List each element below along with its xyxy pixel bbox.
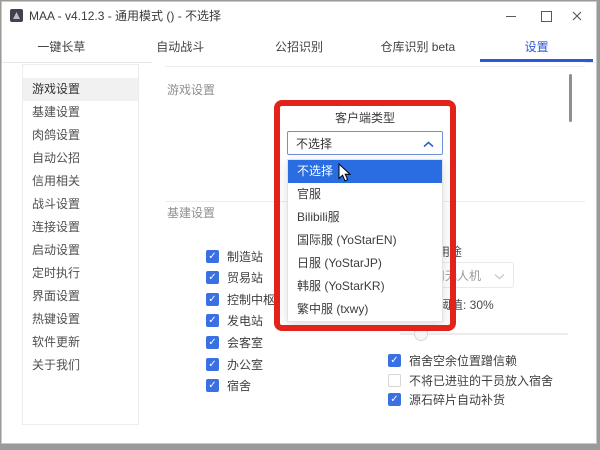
sidebar-item-infrastructure-settings[interactable]: 基建设置 [23, 101, 138, 124]
option-txwy[interactable]: 繁中服 (txwy) [288, 298, 442, 321]
tab-label: 设置 [525, 38, 549, 55]
sidebar-item-credit[interactable]: 信用相关 [23, 170, 138, 193]
tab-bar: 一键长草 自动战斗 公招识别 仓库识别 beta 设置 [2, 30, 596, 63]
checkbox-label: 源石碎片自动补货 [409, 391, 505, 408]
checkbox-office[interactable] [206, 358, 219, 371]
sidebar-item-combat-settings[interactable]: 战斗设置 [23, 193, 138, 216]
client-type-label: 客户端类型 [287, 109, 443, 126]
option-bilibili-server[interactable]: Bilibili服 [288, 206, 442, 229]
close-button[interactable] [562, 2, 592, 30]
facility-row: 会客室 [206, 335, 263, 350]
checkbox-label: 控制中枢 [227, 291, 275, 308]
option-yostar-kr[interactable]: 韩服 (YoStarKR) [288, 275, 442, 298]
facility-row: 办公室 [206, 357, 263, 372]
maximize-icon [541, 11, 552, 22]
sidebar-item-hotkey-settings[interactable]: 热键设置 [23, 308, 138, 331]
checkbox-reception-room[interactable] [206, 336, 219, 349]
scrollbar-thumb[interactable] [569, 74, 572, 122]
window-title: MAA - v4.12.3 - 通用模式 () - 不选择 [29, 2, 221, 30]
sidebar-item-software-update[interactable]: 软件更新 [23, 331, 138, 354]
sidebar-item-scheduled-tasks[interactable]: 定时执行 [23, 262, 138, 285]
sidebar-item-game-settings[interactable]: 游戏设置 [23, 78, 138, 101]
dorm-option-row: 不将已进驻的干员放入宿舍 [388, 373, 553, 388]
client-type-value: 不选择 [296, 135, 332, 152]
section-divider [165, 66, 585, 67]
close-icon [572, 11, 582, 21]
checkbox-power-station[interactable] [206, 314, 219, 327]
dorm-option-row: 宿舍空余位置蹭信赖 [388, 353, 517, 368]
checkbox-dorm-trust[interactable] [388, 354, 401, 367]
titlebar: MAA - v4.12.3 - 通用模式 () - 不选择 [2, 2, 596, 30]
sidebar-item-auto-recruit[interactable]: 自动公招 [23, 147, 138, 170]
checkbox-trading-post[interactable] [206, 271, 219, 284]
facility-row: 制造站 [206, 249, 263, 264]
sidebar-item-ui-settings[interactable]: 界面设置 [23, 285, 138, 308]
tab-label: 一键长草 [37, 38, 85, 55]
checkbox-label: 办公室 [227, 356, 263, 373]
checkbox-originium-shard-auto-replenish[interactable] [388, 393, 401, 406]
tab-label: 公招识别 [275, 38, 323, 55]
chevron-up-icon [423, 141, 434, 148]
sidebar-item-roguelike-settings[interactable]: 肉鸽设置 [23, 124, 138, 147]
sidebar-item-startup-settings[interactable]: 启动设置 [23, 239, 138, 262]
settings-sidebar: 游戏设置 基建设置 肉鸽设置 自动公招 信用相关 战斗设置 连接设置 启动设置 … [22, 64, 139, 425]
checkbox-control-center[interactable] [206, 293, 219, 306]
checkbox-manufacturing-station[interactable] [206, 250, 219, 263]
option-yostar-jp[interactable]: 日服 (YoStarJP) [288, 252, 442, 275]
checkbox-label: 宿舍 [227, 377, 251, 394]
checkbox-label: 宿舍空余位置蹭信赖 [409, 352, 517, 369]
checkbox-label: 发电站 [227, 312, 263, 329]
chevron-down-icon [494, 273, 505, 280]
app-window: MAA - v4.12.3 - 通用模式 () - 不选择 一键长草 自动战斗 … [1, 1, 597, 444]
checkbox-label: 制造站 [227, 248, 263, 265]
sidebar-item-about-us[interactable]: 关于我们 [23, 354, 138, 377]
maximize-button[interactable] [531, 2, 561, 30]
client-type-dropdown-list: 不选择 官服 Bilibili服 国际服 (YoStarEN) 日服 (YoSt… [287, 159, 443, 322]
facility-row: 贸易站 [206, 270, 263, 285]
facility-row: 控制中枢 [206, 292, 275, 307]
tab-label: 仓库识别 beta [380, 38, 455, 55]
infra-section-title: 基建设置 [167, 204, 215, 221]
facility-row: 宿舍 [206, 378, 251, 393]
client-type-select[interactable]: 不选择 [287, 131, 443, 155]
checkbox-label: 会客室 [227, 334, 263, 351]
tab-settings[interactable]: 设置 [477, 30, 596, 62]
checkbox-label: 贸易站 [227, 269, 263, 286]
option-yostar-en[interactable]: 国际服 (YoStarEN) [288, 229, 442, 252]
game-section-title: 游戏设置 [167, 81, 215, 98]
tab-depot-recognition[interactable]: 仓库识别 beta [358, 30, 477, 62]
slider-knob[interactable] [414, 327, 428, 341]
minimize-button[interactable] [496, 2, 526, 30]
app-logo-icon [10, 9, 23, 22]
sidebar-item-connection-settings[interactable]: 连接设置 [23, 216, 138, 239]
facility-row: 发电站 [206, 313, 263, 328]
dorm-option-row: 源石碎片自动补货 [388, 392, 505, 407]
checkbox-dormitory[interactable] [206, 379, 219, 392]
tab-farming[interactable]: 一键长草 [2, 30, 121, 62]
tab-recruit-recognition[interactable]: 公招识别 [240, 30, 359, 62]
checkbox-no-stationed-operators[interactable] [388, 374, 401, 387]
tab-auto-battle[interactable]: 自动战斗 [121, 30, 240, 62]
option-no-selection[interactable]: 不选择 [288, 160, 442, 183]
minimize-icon [506, 16, 516, 17]
tab-label: 自动战斗 [156, 38, 204, 55]
checkbox-label: 不将已进驻的干员放入宿舍 [409, 372, 553, 389]
option-official-server[interactable]: 官服 [288, 183, 442, 206]
